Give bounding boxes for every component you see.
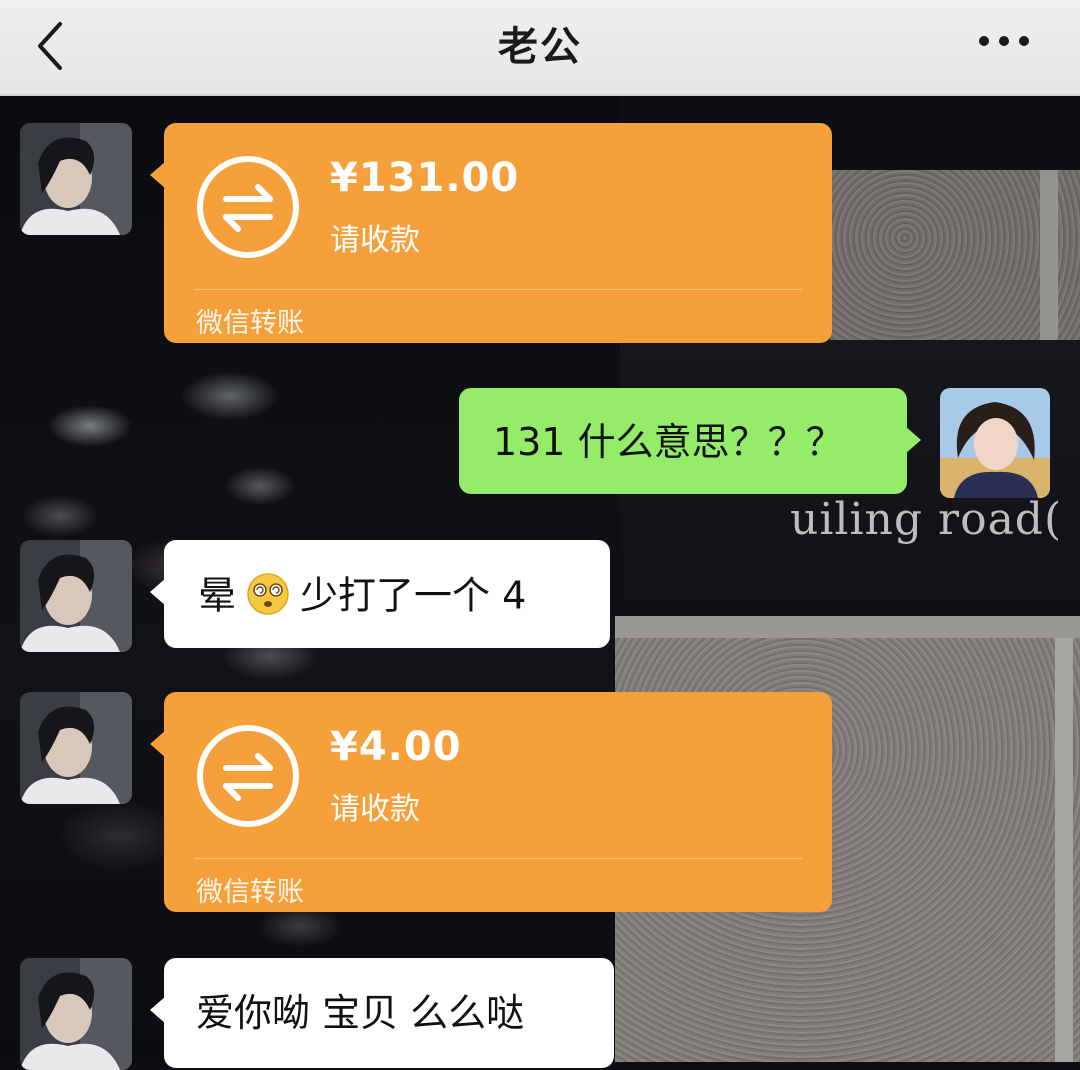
transfer-status: 请收款 <box>330 792 420 827</box>
message-text-part: 晕 <box>198 573 237 618</box>
dizzy-face-emoji-icon <box>247 573 289 615</box>
avatar-husband[interactable] <box>20 540 132 652</box>
background-wall-top <box>830 170 1080 340</box>
my-message-bubble[interactable]: 131 什么意思？？？ <box>459 388 921 494</box>
transfer-status: 请收款 <box>330 223 420 258</box>
transfer-footer: 微信转账 <box>196 877 304 908</box>
their-message-bubble[interactable]: 爱你呦 宝贝 么么哒 <box>150 958 614 1068</box>
transfer-amount: ¥131.00 <box>330 155 520 201</box>
message-text: 131 什么意思？？？ <box>493 420 844 464</box>
transfer-arrows-icon <box>197 156 299 258</box>
background-sign-text: uiling road( <box>790 494 1063 545</box>
message-text-part: 少打了一个 4 <box>300 573 527 618</box>
chat-header: 老公 <box>0 0 1080 96</box>
transfer-amount: ¥4.00 <box>330 724 462 770</box>
transfer-divider <box>194 289 802 290</box>
message-text: 晕 少打了一个 4 <box>198 573 527 620</box>
transfer-arrows-icon <box>197 725 299 827</box>
transfer-divider <box>194 858 802 859</box>
transfer-card[interactable]: ¥131.00 请收款 微信转账 <box>150 123 832 343</box>
message-text: 爱你呦 宝贝 么么哒 <box>196 991 525 1035</box>
their-message-bubble[interactable]: 晕 少打了一个 4 <box>150 540 610 648</box>
transfer-footer: 微信转账 <box>196 308 304 339</box>
avatar-husband[interactable] <box>20 123 132 235</box>
avatar-me[interactable] <box>940 388 1050 498</box>
more-dots-icon[interactable] <box>974 26 1034 56</box>
transfer-card[interactable]: ¥4.00 请收款 微信转账 <box>150 692 832 912</box>
chat-title: 老公 <box>498 24 582 70</box>
avatar-husband[interactable] <box>20 958 132 1070</box>
avatar-husband[interactable] <box>20 692 132 804</box>
